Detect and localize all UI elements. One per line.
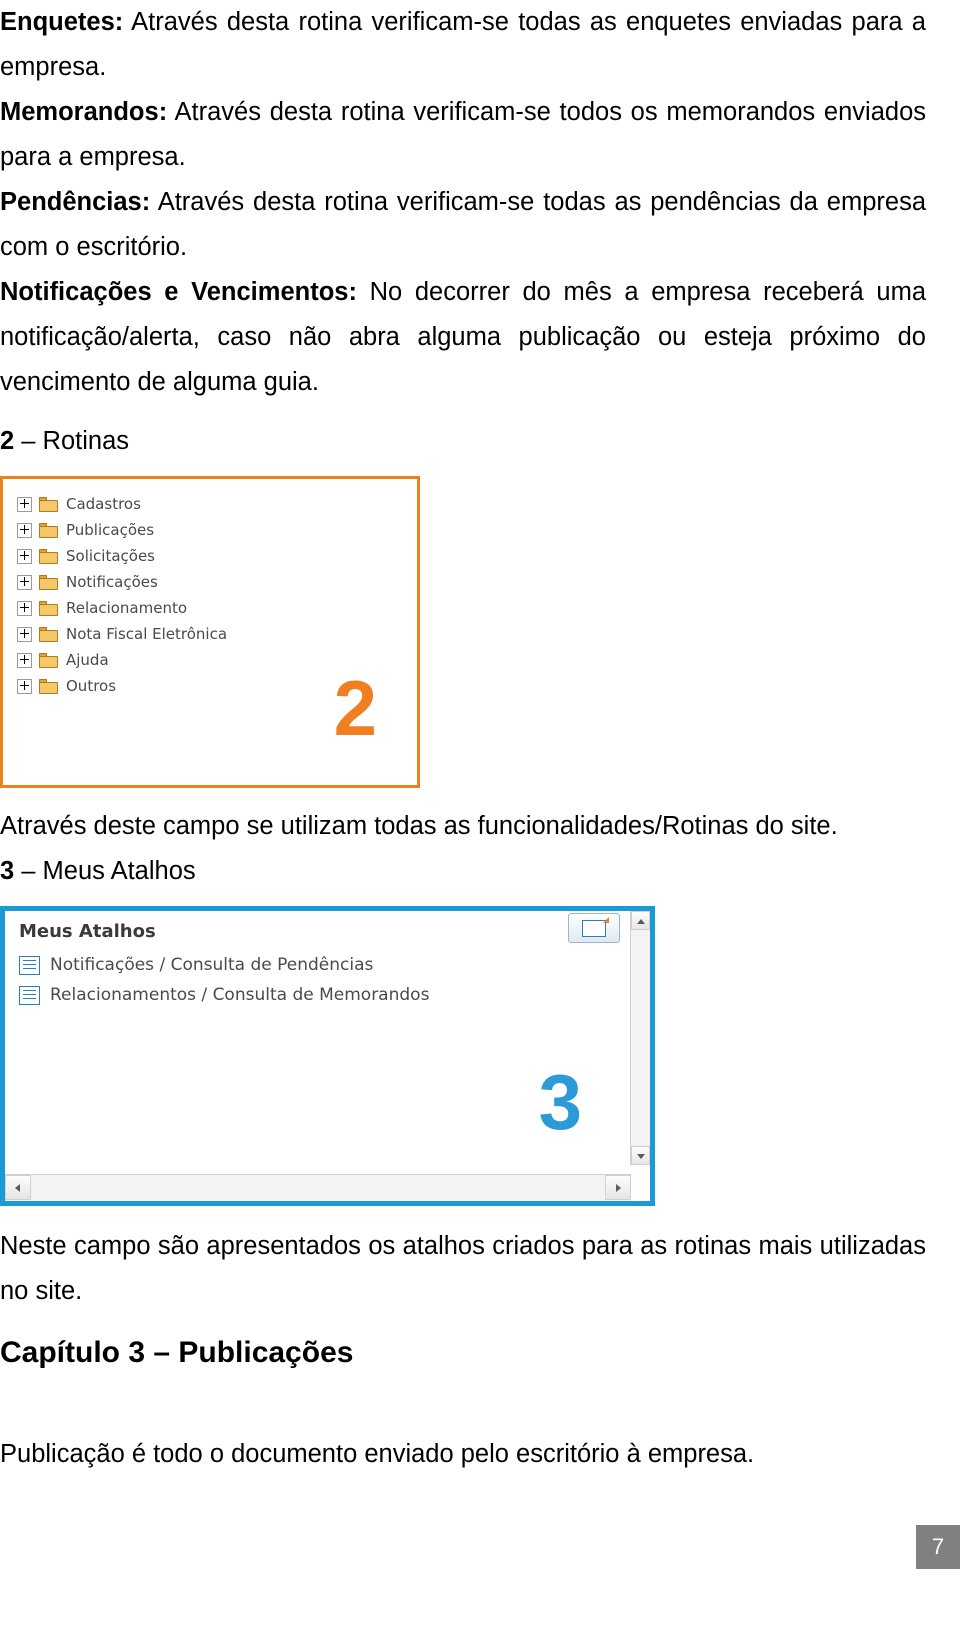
expand-plus-icon[interactable]: [17, 548, 32, 564]
atalhos-panel-title: Meus Atalhos: [19, 921, 156, 942]
rotinas-tree: Cadastros Publicações Solicitações Notif…: [17, 491, 227, 699]
expand-plus-icon[interactable]: [17, 522, 32, 538]
horizontal-scrollbar[interactable]: [5, 1174, 631, 1201]
paragraph-memorandos: Memorandos: Através desta rotina verific…: [0, 90, 926, 180]
folder-icon: [39, 522, 58, 538]
expand-plus-icon[interactable]: [17, 678, 32, 694]
paragraph-enquetes: Enquetes: Através desta rotina verificam…: [0, 0, 926, 90]
section-atalhos-number: 3: [0, 857, 15, 885]
closing-paragraph: Publicação é todo o documento enviado pe…: [0, 1440, 755, 1468]
expand-plus-icon[interactable]: [17, 652, 32, 668]
section-rotinas-title: Rotinas: [42, 427, 130, 455]
folder-icon: [39, 626, 58, 642]
folder-icon: [39, 574, 58, 590]
new-window-icon: [582, 917, 609, 937]
atalho-item-notificacoes-pendencias[interactable]: Notificações / Consulta de Pendências: [19, 950, 642, 980]
section-rotinas-dash: –: [14, 427, 43, 455]
caption-atalhos: Neste campo são apresentados os atalhos …: [0, 1232, 926, 1305]
scroll-right-button[interactable]: [605, 1175, 631, 1200]
tree-item-cadastros[interactable]: Cadastros: [17, 491, 227, 517]
tree-item-outros[interactable]: Outros: [17, 673, 227, 699]
section-atalhos-title: Meus Atalhos: [42, 857, 196, 885]
tree-item-nota-fiscal-eletronica[interactable]: Nota Fiscal Eletrônica: [17, 621, 227, 647]
tree-item-label: Nota Fiscal Eletrônica: [66, 625, 228, 643]
section-heading-rotinas: 2 – Rotinas: [0, 419, 926, 464]
expand-plus-icon[interactable]: [17, 626, 32, 642]
screenshot-rotinas-tree: Cadastros Publicações Solicitações Notif…: [0, 476, 420, 788]
atalhos-panel: Meus Atalhos Notificações / Consulta de …: [19, 921, 642, 1193]
tree-item-label: Ajuda: [66, 651, 109, 669]
document-icon: [19, 985, 40, 1005]
chevron-down-icon: [637, 1154, 645, 1159]
atalho-item-label: Relacionamentos / Consulta de Memorandos: [50, 985, 430, 1005]
tree-item-label: Publicações: [66, 521, 155, 539]
tree-item-label: Relacionamento: [66, 599, 188, 617]
tree-item-label: Cadastros: [66, 495, 141, 513]
expand-plus-icon[interactable]: [17, 496, 32, 512]
expand-plus-icon[interactable]: [17, 574, 32, 590]
paragraph-enquetes-label: Enquetes:: [0, 8, 124, 36]
paragraph-notificacoes: Notificações e Vencimentos: No decorrer …: [0, 270, 926, 405]
scroll-left-button[interactable]: [5, 1175, 31, 1200]
section-atalhos-dash: –: [14, 857, 43, 885]
chevron-up-icon: [637, 919, 645, 924]
section-rotinas-number: 2: [0, 427, 15, 455]
paragraph-pendencias-label: Pendências:: [0, 188, 151, 216]
folder-icon: [39, 496, 58, 512]
atalho-item-relacionamentos-memorandos[interactable]: Relacionamentos / Consulta de Memorandos: [19, 980, 642, 1010]
document-icon: [19, 955, 40, 975]
chevron-left-icon: [15, 1184, 20, 1192]
tree-item-ajuda[interactable]: Ajuda: [17, 647, 227, 673]
paragraph-notificacoes-label: Notificações e Vencimentos:: [0, 278, 357, 306]
section-heading-atalhos: 3 – Meus Atalhos: [0, 849, 926, 894]
tree-item-publicacoes[interactable]: Publicações: [17, 517, 227, 543]
document-page: Enquetes: Através desta rotina verificam…: [0, 0, 960, 1629]
caption-rotinas: Através deste campo se utilizam todas as…: [0, 812, 838, 840]
folder-icon: [39, 652, 58, 668]
atalho-item-label: Notificações / Consulta de Pendências: [50, 955, 374, 975]
paragraph-pendencias: Pendências: Através desta rotina verific…: [0, 180, 926, 270]
screenshot-meus-atalhos: Meus Atalhos Notificações / Consulta de …: [0, 906, 655, 1206]
tree-item-relacionamento[interactable]: Relacionamento: [17, 595, 227, 621]
scroll-up-button[interactable]: [631, 911, 650, 930]
expand-plus-icon[interactable]: [17, 600, 32, 616]
tree-item-label: Solicitações: [66, 547, 155, 565]
folder-icon: [39, 548, 58, 564]
open-window-button[interactable]: [568, 913, 620, 943]
callout-badge-2: 2: [333, 664, 377, 752]
tree-item-label: Outros: [66, 677, 117, 695]
document-content: Enquetes: Através desta rotina verificam…: [0, 0, 926, 1477]
paragraph-enquetes-text: Através desta rotina verificam-se todas …: [0, 8, 926, 81]
chapter-title: Capítulo 3 – Publicações: [0, 1336, 354, 1369]
vertical-scrollbar[interactable]: [630, 911, 650, 1165]
page-number-badge: 7: [916, 1525, 960, 1569]
callout-badge-3: 3: [538, 1058, 582, 1146]
folder-icon: [39, 600, 58, 616]
folder-icon: [39, 678, 58, 694]
scroll-down-button[interactable]: [631, 1146, 650, 1165]
paragraph-memorandos-label: Memorandos:: [0, 98, 168, 126]
tree-item-label: Notificações: [66, 573, 158, 591]
chevron-right-icon: [616, 1184, 621, 1192]
tree-item-solicitacoes[interactable]: Solicitações: [17, 543, 227, 569]
tree-item-notificacoes[interactable]: Notificações: [17, 569, 227, 595]
